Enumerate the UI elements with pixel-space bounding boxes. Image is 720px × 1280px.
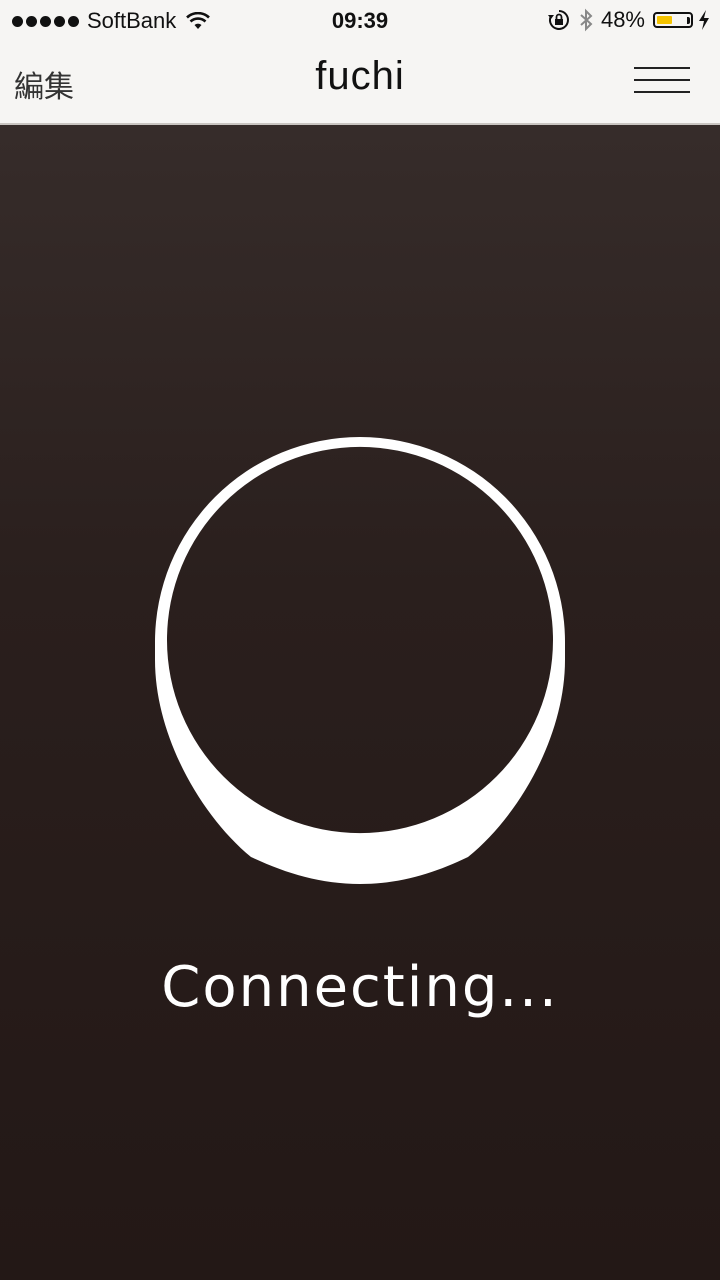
hamburger-menu-icon[interactable] (634, 67, 690, 95)
status-right: 48% (547, 7, 710, 33)
orientation-lock-icon (547, 10, 569, 30)
charging-bolt-icon (699, 10, 709, 30)
connecting-status-text: Connecting... (161, 955, 559, 1020)
bluetooth-icon (580, 8, 593, 32)
page-title: fuchi (315, 54, 405, 98)
battery-percent: 48% (600, 7, 645, 32)
device-ring-icon (155, 437, 565, 884)
status-bar: SoftBank 09:39 48% (0, 0, 720, 40)
connecting-screen: Connecting... (0, 125, 720, 1280)
nav-bar: 編集 fuchi (0, 40, 720, 125)
battery-icon (653, 12, 693, 28)
